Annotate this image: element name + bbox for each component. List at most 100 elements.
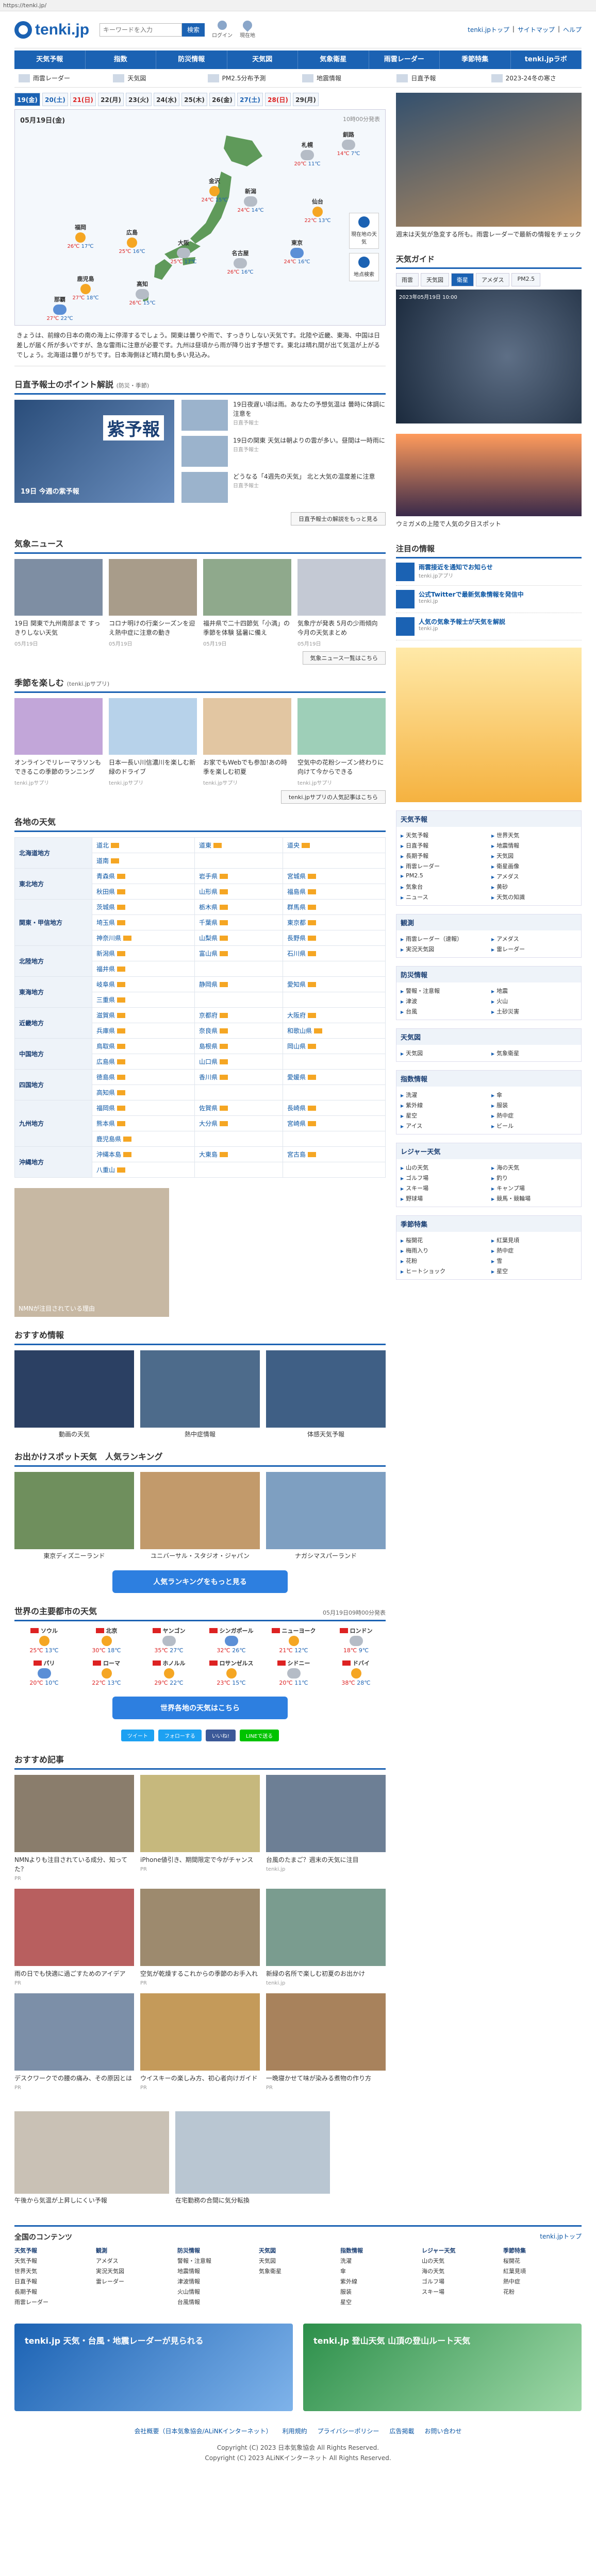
footer-link[interactable]: 世界天気 <box>14 2267 93 2275</box>
region-name[interactable]: 中国地方 <box>14 1038 92 1070</box>
hero-image[interactable] <box>396 93 582 227</box>
notice-item[interactable]: 雨雲接近を通知でお知らせ tenki.jpアプリ <box>396 558 582 586</box>
nav-disaster[interactable]: 防災情報 <box>156 50 227 69</box>
prefecture-link[interactable]: 三重県 <box>96 996 115 1004</box>
prefecture-link[interactable]: 八重山 <box>96 1166 115 1174</box>
recommend-card[interactable]: 熱中症情報 <box>140 1350 260 1438</box>
side-link[interactable]: 地震 <box>491 987 577 995</box>
prefecture-link[interactable]: 愛媛県 <box>287 1074 306 1081</box>
side-link[interactable]: 紫外線 <box>401 1101 486 1109</box>
side-link[interactable]: アイス <box>401 1122 486 1130</box>
footer-link[interactable]: ゴルフ場 <box>422 2277 500 2285</box>
prefecture-link[interactable]: 山梨県 <box>199 935 218 942</box>
prefecture-link[interactable]: 岡山県 <box>287 1043 306 1050</box>
article-card[interactable]: 空気が乾燥するこれからの季節のお手入れ PR <box>140 1888 260 1986</box>
season-card[interactable]: 空気中の花粉シーズン終わりに向けて今からできる tenki.jpサプリ <box>297 698 386 786</box>
prefecture-link[interactable]: 沖縄本島 <box>96 1151 121 1158</box>
bottom-ad-2[interactable]: 在宅勤務の合間に気分転換 <box>175 2111 330 2205</box>
current-location-button[interactable]: 現在地の天気 <box>349 213 379 249</box>
prefecture-link[interactable]: 千葉県 <box>199 919 218 926</box>
prefecture-link[interactable]: 鹿児島県 <box>96 1136 121 1143</box>
prefecture-link[interactable]: 栃木県 <box>199 904 218 911</box>
footer-link[interactable]: 天気予報 <box>14 2257 93 2265</box>
side-link[interactable]: 熱中症 <box>491 1111 577 1120</box>
footer-bottom-link[interactable]: プライバシーポリシー <box>318 2427 379 2435</box>
prefecture-link[interactable]: 道北 <box>96 842 109 849</box>
article-card[interactable]: 台風のたまご？週末の天気に注目 tenki.jp <box>266 1774 386 1882</box>
side-link[interactable]: 梅雨入り <box>401 1246 486 1255</box>
prefecture-link[interactable]: 埼玉県 <box>96 919 115 926</box>
side-link[interactable]: 日直予報 <box>401 841 486 850</box>
map-city[interactable]: 那覇 27℃ 22℃ <box>46 295 74 321</box>
map-city[interactable]: 釧路 14℃ 7℃ <box>335 130 362 157</box>
footer-link[interactable]: 台風情報 <box>177 2298 256 2306</box>
prefecture-link[interactable]: 熊本県 <box>96 1120 115 1127</box>
side-link[interactable]: 山の天気 <box>401 1163 486 1172</box>
prefecture-link[interactable]: 愛知県 <box>287 981 306 988</box>
prefecture-link[interactable]: 宮崎県 <box>287 1120 306 1127</box>
side-link[interactable]: 津波 <box>401 997 486 1005</box>
side-link[interactable]: 火山 <box>491 997 577 1005</box>
footer-link[interactable]: 洗濯 <box>340 2257 419 2265</box>
region-name[interactable]: 四国地方 <box>14 1069 92 1100</box>
top-link[interactable]: tenki.jpトップ <box>468 25 509 34</box>
prefecture-link[interactable]: 滋賀県 <box>96 1012 115 1019</box>
footer-link[interactable]: 警報・注意報 <box>177 2257 256 2265</box>
world-more-button[interactable]: 世界各地の天気はこちら <box>112 1696 288 1719</box>
side-link[interactable]: 雷レーダー <box>491 945 577 953</box>
side-link[interactable]: 警報・注意報 <box>401 987 486 995</box>
recommend-card[interactable]: 動画の天気 <box>14 1350 134 1438</box>
map-city[interactable]: 高知 26℃ 15℃ <box>128 280 156 306</box>
map-city[interactable]: 福岡 26℃ 17℃ <box>67 223 94 249</box>
side-link[interactable]: 気象衛星 <box>491 1049 577 1057</box>
nav-index[interactable]: 指数 <box>86 50 156 69</box>
footer-link[interactable]: 日直予報 <box>14 2277 93 2285</box>
satellite-image[interactable]: 2023年05月19日 10:00 <box>396 290 582 423</box>
region-name[interactable]: 東北地方 <box>14 868 92 900</box>
nav-season[interactable]: 季節特集 <box>440 50 511 69</box>
world-city[interactable]: ニューヨーク 21℃ 12℃ <box>264 1626 323 1654</box>
side-link[interactable]: 競馬・競輪場 <box>491 1194 577 1202</box>
footer-link[interactable]: 星空 <box>340 2298 419 2306</box>
side-link[interactable]: 天気図 <box>491 852 577 860</box>
prefecture-link[interactable]: 鳥取県 <box>96 1043 115 1050</box>
article-card[interactable]: デスクワークでの腰の痛み、その原因とは PR <box>14 1993 134 2091</box>
subnav-radar[interactable]: 雨雲レーダー <box>14 74 109 82</box>
weather-guide-tab[interactable]: PM2.5 <box>511 273 541 286</box>
footer-link[interactable]: 津波情報 <box>177 2277 256 2285</box>
news-card[interactable]: 気象庁が発表 5月の少雨傾向 今月の天気まとめ 05月19日 <box>297 558 386 647</box>
footer-link[interactable]: 桜開花 <box>503 2257 582 2265</box>
side-link[interactable]: 星空 <box>491 1267 577 1275</box>
article-card[interactable]: 一晩寝かせて味が染みる煮物の作り方 PR <box>266 1993 386 2091</box>
prefecture-link[interactable]: 山口県 <box>199 1058 218 1065</box>
side-link[interactable]: 服装 <box>491 1101 577 1109</box>
notice-item[interactable]: 公式Twitterで最新気象情報を発信中 tenki.jp <box>396 586 582 613</box>
spot-card[interactable]: ナガシマスパーランド <box>266 1471 386 1560</box>
map-city[interactable]: 新潟 24℃ 14℃ <box>237 187 264 213</box>
side-link[interactable]: 世界天気 <box>491 831 577 839</box>
article-card[interactable]: 雨の日でも快適に過ごすためのアイデア PR <box>14 1888 134 1986</box>
side-link[interactable]: スキー場 <box>401 1184 486 1192</box>
article-card[interactable]: NMNよりも注目されている成分、知ってた？ PR <box>14 1774 134 1882</box>
news-card[interactable]: 福井県で二十四節気「小満」の季節を体験 猛暑に備え 05月19日 <box>203 558 291 647</box>
article-card[interactable]: iPhone値引き、期間限定で今がチャンス PR <box>140 1774 260 1882</box>
side-link[interactable]: 野球場 <box>401 1194 486 1202</box>
footer-bottom-link[interactable]: 広告掲載 <box>389 2427 414 2435</box>
footer-link[interactable]: 火山情報 <box>177 2287 256 2296</box>
footer-link[interactable]: 長期予報 <box>14 2287 93 2296</box>
world-city[interactable]: ヤンゴン 35℃ 27℃ <box>139 1626 198 1654</box>
footer-link[interactable]: 実況天気図 <box>96 2267 174 2275</box>
side-link[interactable]: 海の天気 <box>491 1163 577 1172</box>
day-tab[interactable]: 19(金) <box>14 93 40 106</box>
news-card[interactable]: コロナ明けの行楽シーズンを迎え熱中症に注意の動き 05月19日 <box>109 558 197 647</box>
footer-link[interactable]: 雷レーダー <box>96 2277 174 2285</box>
prefecture-link[interactable]: 徳島県 <box>96 1074 115 1081</box>
side-link[interactable]: 釣り <box>491 1174 577 1182</box>
side-link[interactable]: 桜開花 <box>401 1236 486 1244</box>
footer-bottom-link[interactable]: 会社概要（日本気象協会/ALiNKインターネット） <box>135 2427 272 2435</box>
footer-bottom-link[interactable]: 利用規約 <box>283 2427 307 2435</box>
footer-link[interactable]: 紫外線 <box>340 2277 419 2285</box>
side-link[interactable]: 台風 <box>401 1007 486 1015</box>
side-ad[interactable] <box>396 648 582 802</box>
world-city[interactable]: ホノルル 29℃ 22℃ <box>139 1659 198 1686</box>
